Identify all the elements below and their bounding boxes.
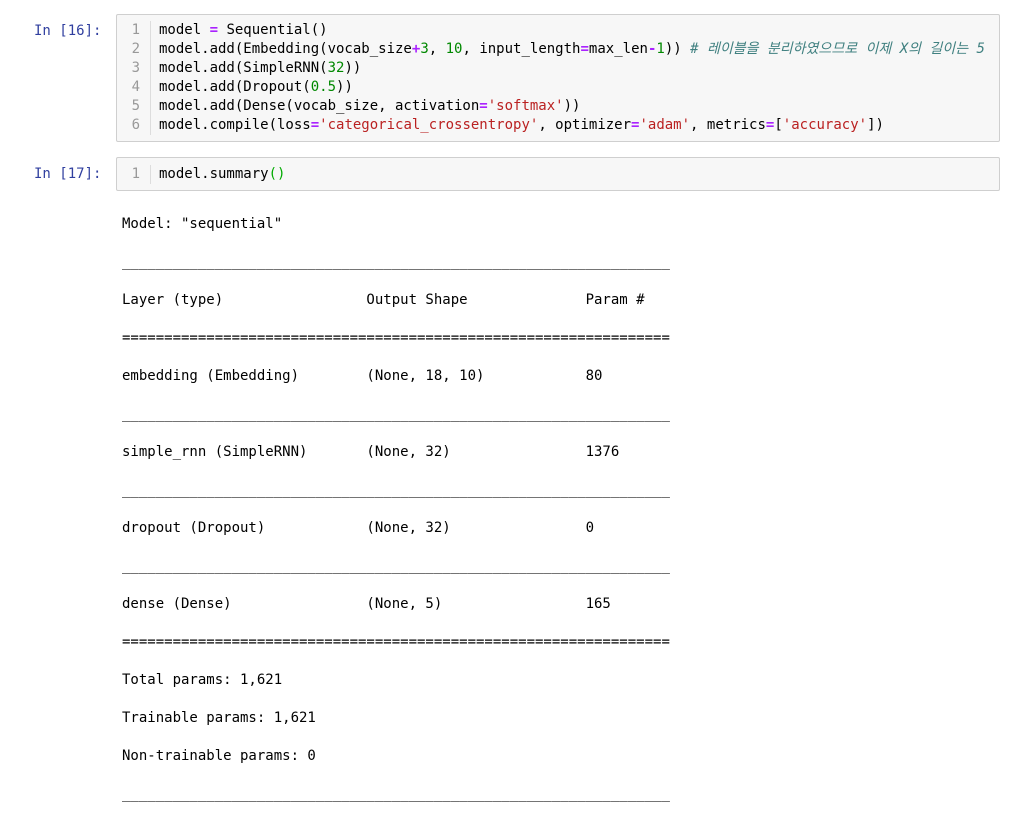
- code-token: , metrics: [690, 117, 766, 133]
- code-text: model.summary(): [151, 165, 285, 184]
- code-token: Sequential(): [218, 22, 328, 38]
- code-token: 1: [656, 41, 665, 57]
- line-number: 6: [117, 116, 151, 135]
- code-line[interactable]: 1 model = Sequential(): [117, 21, 999, 40]
- non-trainable-params: Non-trainable params: 0: [122, 748, 316, 764]
- code-token: model.add(Dense(vocab_size, activation: [159, 98, 480, 114]
- code-token: 32: [327, 60, 345, 76]
- line-number: 2: [117, 40, 151, 59]
- code-text: model = Sequential(): [151, 21, 328, 40]
- total-params: Total params: 1,621: [122, 672, 283, 688]
- code-line[interactable]: 5 model.add(Dense(vocab_size, activation=…: [117, 97, 999, 116]
- table-rule-double: ========================================…: [122, 634, 670, 650]
- code-token: =: [580, 41, 589, 57]
- table-rule: ________________________________________…: [122, 482, 670, 498]
- code-line[interactable]: 6 model.compile(loss='categorical_crossen…: [117, 116, 999, 135]
- table-row: simple_rnn (SimpleRNN) (None, 32) 1376: [122, 444, 670, 460]
- code-token: 'softmax': [487, 98, 564, 114]
- line-number: 5: [117, 97, 151, 116]
- code-token: , input_length: [462, 41, 581, 57]
- code-token: model: [159, 22, 210, 38]
- code-token: )): [563, 98, 581, 114]
- code-text: model.add(Embedding(vocab_size+3, 10, in…: [151, 40, 985, 59]
- code-token: model.add(Dropout(: [159, 79, 311, 95]
- code-token: 'categorical_crossentropy': [319, 117, 539, 133]
- table-row: embedding (Embedding) (None, 18, 10) 80: [122, 368, 670, 384]
- code-token: max_len: [588, 41, 648, 57]
- code-token: 10: [445, 41, 463, 57]
- code-editor[interactable]: 1 model.summary(): [116, 157, 1000, 191]
- code-token: model.compile(loss: [159, 117, 311, 133]
- model-name-line: Model: "sequential": [122, 216, 283, 232]
- table-rule: ________________________________________…: [122, 786, 670, 802]
- trainable-params: Trainable params: 1,621: [122, 710, 316, 726]
- table-rule: ________________________________________…: [122, 406, 670, 422]
- line-number: 4: [117, 78, 151, 97]
- code-token: ]): [867, 117, 884, 133]
- code-token: model.summary: [159, 166, 269, 182]
- code-token: =: [479, 98, 488, 114]
- cell-prompt: In [16]:: [34, 23, 102, 39]
- table-row: dense (Dense) (None, 5) 165: [122, 596, 670, 612]
- table-rule: ________________________________________…: [122, 558, 670, 574]
- code-token: )): [344, 60, 362, 76]
- code-line[interactable]: 4 model.add(Dropout(0.5)): [117, 78, 999, 97]
- code-token: model.add(SimpleRNN(: [159, 60, 328, 76]
- code-text: model.compile(loss='categorical_crossent…: [151, 116, 884, 135]
- code-token: =: [310, 117, 320, 133]
- code-line[interactable]: 1 model.summary(): [117, 165, 999, 184]
- code-token: =: [209, 22, 219, 38]
- code-line[interactable]: 3 model.add(SimpleRNN(32)): [117, 59, 999, 78]
- table-rule-double: ========================================…: [122, 330, 670, 346]
- cell-prompt: In [17]:: [34, 166, 102, 182]
- code-token: # 레이블을 분리하였으므로 이제 X의 길이는 5: [690, 41, 985, 57]
- code-token: , optimizer: [538, 117, 632, 133]
- code-text: model.add(Dense(vocab_size, activation='…: [151, 97, 580, 116]
- code-token: )): [336, 79, 353, 95]
- line-number: 3: [117, 59, 151, 78]
- code-token: 'accuracy': [782, 117, 868, 133]
- code-token: [: [774, 117, 783, 133]
- table-row: dropout (Dropout) (None, 32) 0: [122, 520, 670, 536]
- line-number: 1: [117, 165, 151, 184]
- code-editor[interactable]: 1 model = Sequential() 2 model.add(Embeddin…: [116, 14, 1000, 142]
- code-token: )): [664, 41, 691, 57]
- code-token: 3: [420, 41, 429, 57]
- code-token: (): [268, 166, 286, 182]
- code-line[interactable]: 2 model.add(Embedding(vocab_size+3, 10, i…: [117, 40, 999, 59]
- table-rule: ________________________________________…: [122, 254, 670, 270]
- code-token: model.add(Embedding(vocab_size: [159, 41, 412, 57]
- code-text: model.add(Dropout(0.5)): [151, 78, 353, 97]
- table-header: Layer (type) Output Shape Param #: [122, 292, 670, 308]
- code-token: ,: [428, 41, 446, 57]
- line-number: 1: [117, 21, 151, 40]
- code-text: model.add(SimpleRNN(32)): [151, 59, 361, 78]
- code-token: 0.5: [310, 79, 337, 95]
- cell-output: Model: "sequential" ____________________…: [122, 196, 670, 823]
- code-token: 'adam': [639, 117, 691, 133]
